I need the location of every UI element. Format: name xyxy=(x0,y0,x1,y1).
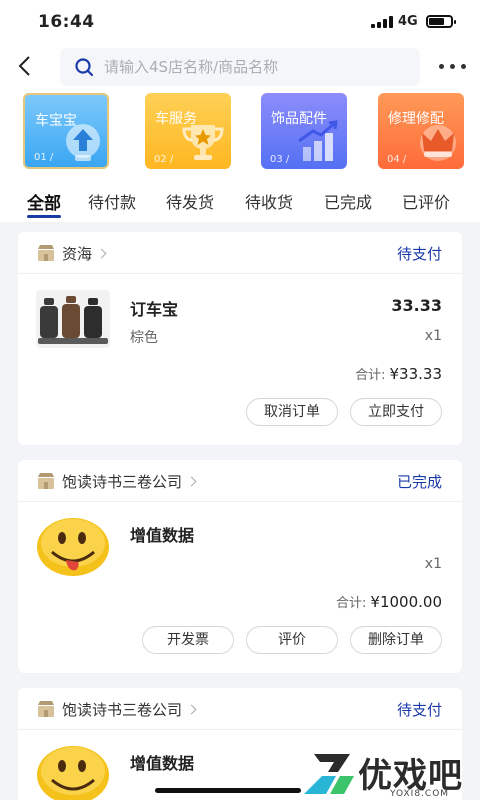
category-number: 01 / xyxy=(34,152,54,163)
shop-icon xyxy=(38,473,54,489)
watermark-subtext: YOXI8.COM xyxy=(390,789,450,799)
emoji-face-icon xyxy=(36,516,110,578)
product-image[interactable] xyxy=(36,744,110,800)
product-image[interactable] xyxy=(36,290,110,348)
back-icon[interactable] xyxy=(12,52,40,80)
review-button[interactable]: 评价 xyxy=(246,626,338,654)
order-total: 合计: ¥1000.00 xyxy=(336,592,442,611)
total-label: 合计: xyxy=(355,368,386,383)
product-name: 订车宝 xyxy=(130,300,179,319)
order-status: 已完成 xyxy=(396,473,442,491)
product-price: 33.33 xyxy=(391,296,442,315)
status-time: 16:44 xyxy=(38,12,95,32)
home-indicator xyxy=(155,788,301,793)
shop-name-link[interactable]: 资海 xyxy=(62,243,107,264)
signal-icon xyxy=(371,16,393,28)
pay-now-button[interactable]: 立即支付 xyxy=(350,398,442,426)
shop-name-link[interactable]: 饱读诗书三卷公司 xyxy=(62,699,197,720)
emoji-face-icon xyxy=(36,744,110,800)
order-card[interactable]: 饱读诗书三卷公司 已完成 增值数据 x1 合计: ¥1000.00 开发票 评价 … xyxy=(18,460,462,673)
search-box[interactable] xyxy=(60,48,420,86)
cancel-order-button[interactable]: 取消订单 xyxy=(246,398,338,426)
upload-arrow-icon xyxy=(66,124,100,161)
tab-pending-receipt[interactable]: 待收货 xyxy=(245,189,293,213)
shop-name: 资海 xyxy=(62,245,93,263)
order-card-header: 饱读诗书三卷公司 待支付 xyxy=(18,688,462,730)
status-bar: 16:44 4G xyxy=(0,0,480,44)
chevron-right-icon xyxy=(186,704,197,715)
category-number: 02 / xyxy=(154,154,174,165)
tab-pending-shipment[interactable]: 待发货 xyxy=(166,189,214,213)
car-seat-image xyxy=(36,290,110,348)
nav-bar xyxy=(0,44,480,90)
delete-order-button[interactable]: 删除订单 xyxy=(350,626,442,654)
chevron-right-icon xyxy=(186,476,197,487)
search-input[interactable] xyxy=(104,48,404,86)
watermark-logo-icon xyxy=(304,754,354,794)
shop-name: 饱读诗书三卷公司 xyxy=(62,701,183,719)
network-label: 4G xyxy=(398,14,418,29)
tab-pending-payment[interactable]: 待付款 xyxy=(88,189,136,213)
total-value: ¥1000.00 xyxy=(370,593,442,611)
category-number: 03 / xyxy=(270,154,290,165)
category-tile-repair[interactable]: 修理修配 04 / xyxy=(378,93,464,169)
tab-all[interactable]: 全部 xyxy=(27,189,61,214)
tab-reviewed[interactable]: 已评价 xyxy=(402,189,450,213)
chevron-right-icon xyxy=(96,248,107,259)
order-status: 待支付 xyxy=(396,245,442,263)
shop-icon xyxy=(38,245,54,261)
order-total: 合计: ¥33.33 xyxy=(355,364,442,383)
product-name: 增值数据 xyxy=(130,754,195,773)
order-card-header: 资海 待支付 xyxy=(18,232,462,274)
shop-name-link[interactable]: 饱读诗书三卷公司 xyxy=(62,471,197,492)
watermark-logo: 优戏吧 YOXI8.COM xyxy=(300,748,476,800)
category-row: 车宝宝 01 / 车服务 02 / 饰品配件 03 / 修理修配 04 / xyxy=(0,90,480,176)
product-image[interactable] xyxy=(36,516,110,578)
category-tile-accessories[interactable]: 饰品配件 03 / xyxy=(261,93,347,169)
order-card[interactable]: 资海 待支付 订车宝 棕色 33.33 x1 合计: ¥33.33 取消订单 立即… xyxy=(18,232,462,445)
shop-icon xyxy=(38,701,54,717)
search-icon xyxy=(75,58,94,77)
order-status: 待支付 xyxy=(396,701,442,719)
trophy-icon xyxy=(182,125,224,160)
tab-active-indicator xyxy=(27,215,61,218)
product-quantity: x1 xyxy=(424,556,442,572)
more-icon[interactable] xyxy=(436,56,470,76)
order-card-header: 饱读诗书三卷公司 已完成 xyxy=(18,460,462,502)
shop-name: 饱读诗书三卷公司 xyxy=(62,473,183,491)
category-number: 04 / xyxy=(387,154,407,165)
tab-completed[interactable]: 已完成 xyxy=(324,189,372,213)
order-tabs: 全部 待付款 待发货 待收货 已完成 已评价 xyxy=(0,176,480,222)
total-label: 合计: xyxy=(336,596,367,611)
category-tile-chebaobao[interactable]: 车宝宝 01 / xyxy=(23,93,109,169)
product-name: 增值数据 xyxy=(130,526,195,545)
product-spec: 棕色 xyxy=(130,330,158,346)
product-quantity: x1 xyxy=(424,328,442,344)
bar-chart-icon xyxy=(298,120,338,161)
total-value: ¥33.33 xyxy=(389,365,443,383)
category-tile-cheservice[interactable]: 车服务 02 / xyxy=(145,93,231,169)
issue-invoice-button[interactable]: 开发票 xyxy=(142,626,234,654)
battery-icon xyxy=(426,15,456,28)
crown-icon xyxy=(420,125,456,161)
